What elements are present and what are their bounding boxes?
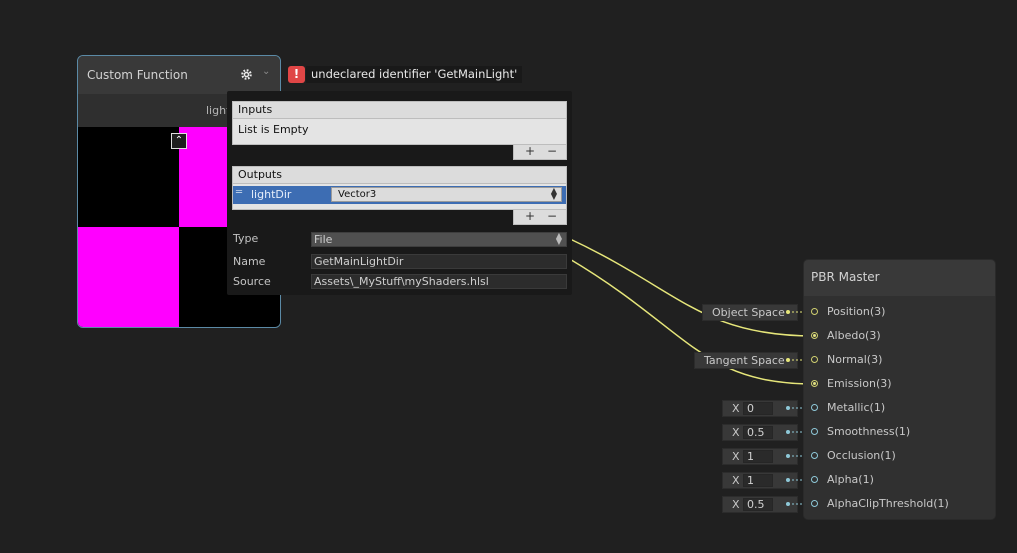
input-port-icon[interactable] [811, 332, 818, 339]
input-port-icon[interactable] [811, 428, 818, 435]
input-port-icon[interactable] [811, 356, 818, 363]
input-port-icon[interactable] [811, 404, 818, 411]
slot-metallic[interactable]: Metallic(1) [804, 397, 995, 421]
slot-alpha[interactable]: Alpha(1) [804, 469, 995, 493]
node-title: PBR Master [811, 270, 880, 284]
slot-albedo[interactable]: Albedo(3) [804, 325, 995, 349]
pbr-master-node[interactable]: PBR Master Position(3) Albedo(3) Normal(… [803, 259, 996, 520]
slot-emission[interactable]: Emission(3) [804, 373, 995, 397]
input-port-icon[interactable] [811, 308, 818, 315]
input-port-icon[interactable] [811, 452, 818, 459]
slot-alphaclipthreshold[interactable]: AlphaClipThreshold(1) [804, 493, 995, 517]
slot-label: Albedo(3) [827, 329, 881, 342]
node-slots: Position(3) Albedo(3) Normal(3) Emission… [804, 296, 995, 519]
slot-label: Normal(3) [827, 353, 883, 366]
slot-label: Occlusion(1) [827, 449, 896, 462]
slot-position[interactable]: Position(3) [804, 301, 995, 325]
slot-label: Metallic(1) [827, 401, 886, 414]
input-port-icon[interactable] [811, 500, 818, 507]
input-port-icon[interactable] [811, 380, 818, 387]
slot-occlusion[interactable]: Occlusion(1) [804, 445, 995, 469]
input-port-icon[interactable] [811, 476, 818, 483]
slot-label: AlphaClipThreshold(1) [827, 497, 949, 510]
slot-normal[interactable]: Normal(3) [804, 349, 995, 373]
slot-label: Position(3) [827, 305, 886, 318]
slot-label: Emission(3) [827, 377, 892, 390]
slot-smoothness[interactable]: Smoothness(1) [804, 421, 995, 445]
slot-label: Smoothness(1) [827, 425, 911, 438]
slot-label: Alpha(1) [827, 473, 874, 486]
